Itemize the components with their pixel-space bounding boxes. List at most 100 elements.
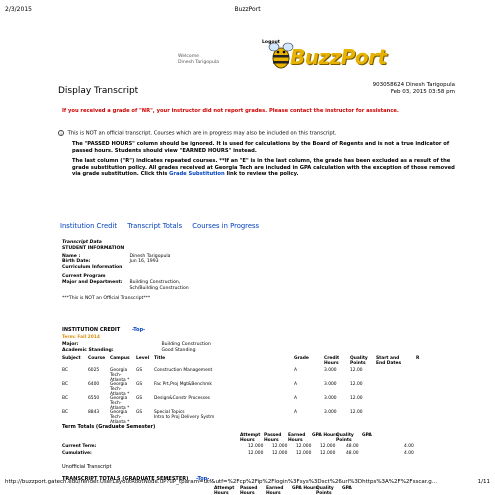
cell-grade: A (294, 410, 298, 415)
cell-grade: A (294, 382, 298, 387)
institution-credit-label: INSTITUTION CREDIT (62, 327, 121, 333)
col-title: Title (154, 356, 166, 361)
term-major-value: Building Construction (161, 342, 211, 347)
cell-level: GS (136, 382, 143, 387)
totals-value: 12.000 (272, 451, 288, 456)
section-links: Institution Credit Transcript Totals Cou… (60, 222, 267, 230)
cell-subject: BC (62, 368, 69, 373)
totals-value: 4.00 (404, 444, 414, 449)
cell-subject: BC (62, 410, 69, 415)
cell-course: 6550 (88, 396, 100, 401)
table-row: BC 6400 Georgia Tech-Atlanta * GS Fac Pr… (62, 382, 452, 397)
cell-campus: Georgia Tech-Atlanta * (110, 368, 130, 383)
totals-value: 12.000 (272, 444, 288, 449)
institution-credit-title: INSTITUTION CREDIT -Top- (62, 327, 145, 333)
cell-level: GS (136, 396, 143, 401)
tt-col-gpa: GPA (362, 433, 372, 438)
term-totals-title: Term Totals (Graduate Semester) (62, 424, 156, 430)
cell-credit: 3.000 (324, 396, 337, 401)
cell-course: 8843 (88, 410, 100, 415)
course-table-header: Subject Course Campus Level Title Grade … (62, 356, 452, 366)
transcript-data-section: Transcript Data STUDENT INFORMATION Name… (62, 240, 189, 302)
totals-value: 12.000 (320, 444, 336, 449)
not-official-note: ***This is NOT an Official Transcript*** (62, 296, 151, 302)
col-credit-hours: Credit Hours (324, 356, 340, 366)
totals-value: 12.000 (248, 444, 264, 449)
totals-value: 12.000 (320, 451, 336, 456)
notice-line: This is NOT an official transcript. Cour… (67, 130, 337, 137)
table-row: BC 6025 Georgia Tech-Atlanta * GS Constr… (62, 368, 452, 383)
cell-course: 6400 (88, 382, 100, 387)
nr-grade-alert: If you received a grade of "NR", your in… (62, 108, 399, 114)
transcript-page: Welcome Dinesh Tarigopula Logout BuzzPor… (58, 38, 455, 495)
totals-value: 12.000 (248, 451, 264, 456)
cell-title: Construction Management (154, 368, 213, 373)
cell-campus: Georgia Tech-Atlanta * (110, 396, 130, 411)
cell-title: Special Topics Intro to Proj Delivery Sy… (154, 410, 215, 420)
course-table: Subject Course Campus Level Title Grade … (62, 356, 452, 425)
cell-grade: A (294, 368, 298, 373)
top-link[interactable]: -Top- (132, 327, 145, 333)
col-level: Level (136, 356, 150, 361)
col-subject: Subject (62, 356, 81, 361)
print-footer: http://buzzport.gatech.edu/render.UserLa… (5, 479, 490, 489)
cell-quality: 12.00 (350, 382, 363, 387)
cell-subject: BC (62, 382, 69, 387)
totals-label: Cumulative: (62, 451, 92, 456)
cell-credit: 3.000 (324, 382, 337, 387)
student-info-title: STUDENT INFORMATION (62, 245, 125, 251)
repeat-course-note: The last column ("R") indicates repeated… (72, 158, 455, 178)
cell-campus: Georgia Tech-Atlanta * (110, 410, 130, 425)
cell-credit: 3.000 (324, 410, 337, 415)
term-label: Term: Fall 2014 (62, 335, 100, 340)
welcome-block: Welcome Dinesh Tarigopula (178, 54, 219, 65)
cell-quality: 12.00 (350, 368, 363, 373)
curriculum-title: Curriculum Information (62, 265, 123, 271)
cell-campus: Georgia Tech-Atlanta * (110, 382, 130, 397)
portal-header: Welcome Dinesh Tarigopula Logout BuzzPor… (58, 38, 455, 74)
repeat-course-text-end: link to review the policy. (226, 171, 299, 178)
table-row: BC 8843 Georgia Tech-Atlanta * GS Specia… (62, 410, 452, 425)
link-transcript-totals[interactable]: Transcript Totals (127, 222, 182, 230)
print-url: http://buzzport.gatech.edu/render.UserLa… (5, 479, 437, 485)
standing-value: Good Standing (161, 347, 196, 353)
totals-value: 48.00 (346, 451, 359, 456)
col-course: Course (88, 356, 106, 361)
link-courses-in-progress[interactable]: Courses in Progress (192, 222, 259, 230)
user-name: Dinesh Tarigopula (178, 59, 219, 65)
logo-text: BuzzPort (290, 45, 387, 69)
student-id-block: 903058624 Dinesh Tarigopula Feb 03, 2015… (373, 82, 455, 96)
cell-course: 6025 (88, 368, 100, 373)
major-value-2: Sch/Building Construction (129, 285, 189, 291)
student-id-name: 903058624 Dinesh Tarigopula (372, 82, 455, 88)
cell-grade: A (294, 396, 298, 401)
cell-quality: 12.00 (350, 396, 363, 401)
cell-title: Design&Constr Processes (154, 396, 210, 401)
totals-value: 12.000 (296, 444, 312, 449)
col-campus: Campus (110, 356, 130, 361)
print-header: 2/3/2015 BuzzPort (5, 6, 490, 16)
totals-value: 12.000 (296, 451, 312, 456)
totals-row-cumulative: Cumulative: 12.000 12.000 12.000 12.000 … (62, 451, 452, 457)
col-r: R (416, 356, 420, 361)
info-icon: i (58, 130, 64, 136)
grade-substitution-link[interactable]: Grade Substitution (169, 171, 225, 177)
standing-label: Academic Standing: (62, 347, 114, 353)
timestamp: Feb 03, 2015 03:58 pm (390, 89, 455, 95)
cell-quality: 12.00 (350, 410, 363, 415)
print-title: BuzzPort (234, 6, 261, 13)
page-title: Display Transcript (58, 86, 139, 96)
link-institution-credit[interactable]: Institution Credit (60, 222, 117, 230)
col-quality-points: Quality Points (350, 356, 368, 366)
print-page-number: 1/11 (477, 479, 490, 485)
totals-value: 48.00 (346, 444, 359, 449)
passed-hours-note: The "PASSED HOURS" column should be igno… (72, 141, 450, 154)
birth-value: Jun 16, 1993 (129, 259, 159, 265)
cell-subject: BC (62, 396, 69, 401)
buzzport-logo[interactable]: BuzzPort (268, 38, 398, 72)
cell-title: Fac Prt,Proj Mgt&Benchmk (154, 382, 212, 387)
transcript-notice: i This is NOT an official transcript. Co… (58, 130, 455, 178)
cell-credit: 3.000 (324, 368, 337, 373)
major-label: Major and Department: (62, 279, 123, 285)
term-info: Major: Building Construction Academic St… (62, 342, 211, 354)
